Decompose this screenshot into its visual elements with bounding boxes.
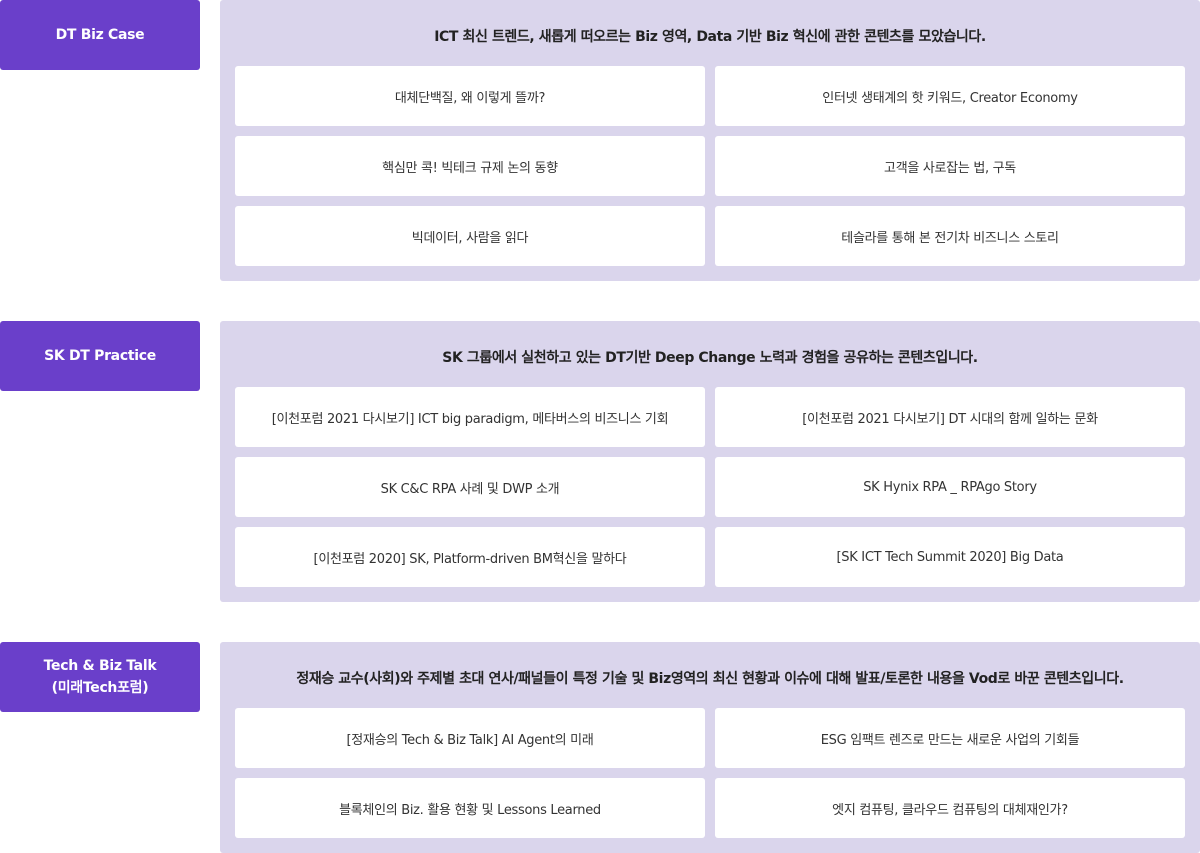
category-panel: SK 그룹에서 실천하고 있는 DT기반 Deep Change 노력과 경험을… [220, 321, 1200, 602]
content-card[interactable]: 테슬라를 통해 본 전기차 비즈니스 스토리 [715, 206, 1185, 266]
content-card[interactable]: 대체단백질, 왜 이렇게 뜰까? [235, 66, 705, 126]
category-description: ICT 최신 트렌드, 새롭게 떠오르는 Biz 영역, Data 기반 Biz… [434, 29, 986, 45]
category-tag-sk-dt-practice[interactable]: SK DT Practice [0, 321, 200, 391]
category-description: SK 그룹에서 실천하고 있는 DT기반 Deep Change 노력과 경험을… [442, 350, 978, 366]
content-card[interactable]: [SK ICT Tech Summit 2020] Big Data [715, 527, 1185, 587]
content-card[interactable]: [이천포럼 2020] SK, Platform-driven BM혁신을 말하… [235, 527, 705, 587]
content-category-page: DT Biz Case ICT 최신 트렌드, 새롭게 떠오르는 Biz 영역,… [0, 0, 1200, 853]
category-panel: ICT 최신 트렌드, 새롭게 떠오르는 Biz 영역, Data 기반 Biz… [220, 0, 1200, 281]
category-tag-tech-biz-talk[interactable]: Tech & Biz Talk (미래Tech포럼) [0, 642, 200, 712]
content-card[interactable]: SK C&C RPA 사례 및 DWP 소개 [235, 457, 705, 517]
content-card[interactable]: 인터넷 생태계의 핫 키워드, Creator Economy [715, 66, 1185, 126]
content-card[interactable]: ESG 임팩트 렌즈로 만드는 새로운 사업의 기회들 [715, 708, 1185, 768]
content-card[interactable]: 블록체인의 Biz. 활용 현황 및 Lessons Learned [235, 778, 705, 838]
content-card[interactable]: 고객을 사로잡는 법, 구독 [715, 136, 1185, 196]
section-sk-dt-practice: SK DT Practice SK 그룹에서 실천하고 있는 DT기반 Deep… [0, 321, 1200, 602]
content-card[interactable]: 핵심만 콕! 빅테크 규제 논의 동향 [235, 136, 705, 196]
category-panel: 정재승 교수(사회)와 주제별 초대 연사/패널들이 특정 기술 및 Biz영역… [220, 642, 1200, 853]
section-dt-biz-case: DT Biz Case ICT 최신 트렌드, 새롭게 떠오르는 Biz 영역,… [0, 0, 1200, 281]
content-card[interactable]: [이천포럼 2021 다시보기] DT 시대의 함께 일하는 문화 [715, 387, 1185, 447]
section-tech-biz-talk: Tech & Biz Talk (미래Tech포럼) 정재승 교수(사회)와 주… [0, 642, 1200, 853]
content-card[interactable]: [정재승의 Tech & Biz Talk] AI Agent의 미래 [235, 708, 705, 768]
content-card[interactable]: SK Hynix RPA _ RPAgo Story [715, 457, 1185, 517]
content-card[interactable]: 빅데이터, 사람을 읽다 [235, 206, 705, 266]
category-tag-dt-biz-case[interactable]: DT Biz Case [0, 0, 200, 70]
content-card[interactable]: 엣지 컴퓨팅, 클라우드 컴퓨팅의 대체재인가? [715, 778, 1185, 838]
category-description: 정재승 교수(사회)와 주제별 초대 연사/패널들이 특정 기술 및 Biz영역… [296, 671, 1124, 687]
content-card[interactable]: [이천포럼 2021 다시보기] ICT big paradigm, 메타버스의… [235, 387, 705, 447]
